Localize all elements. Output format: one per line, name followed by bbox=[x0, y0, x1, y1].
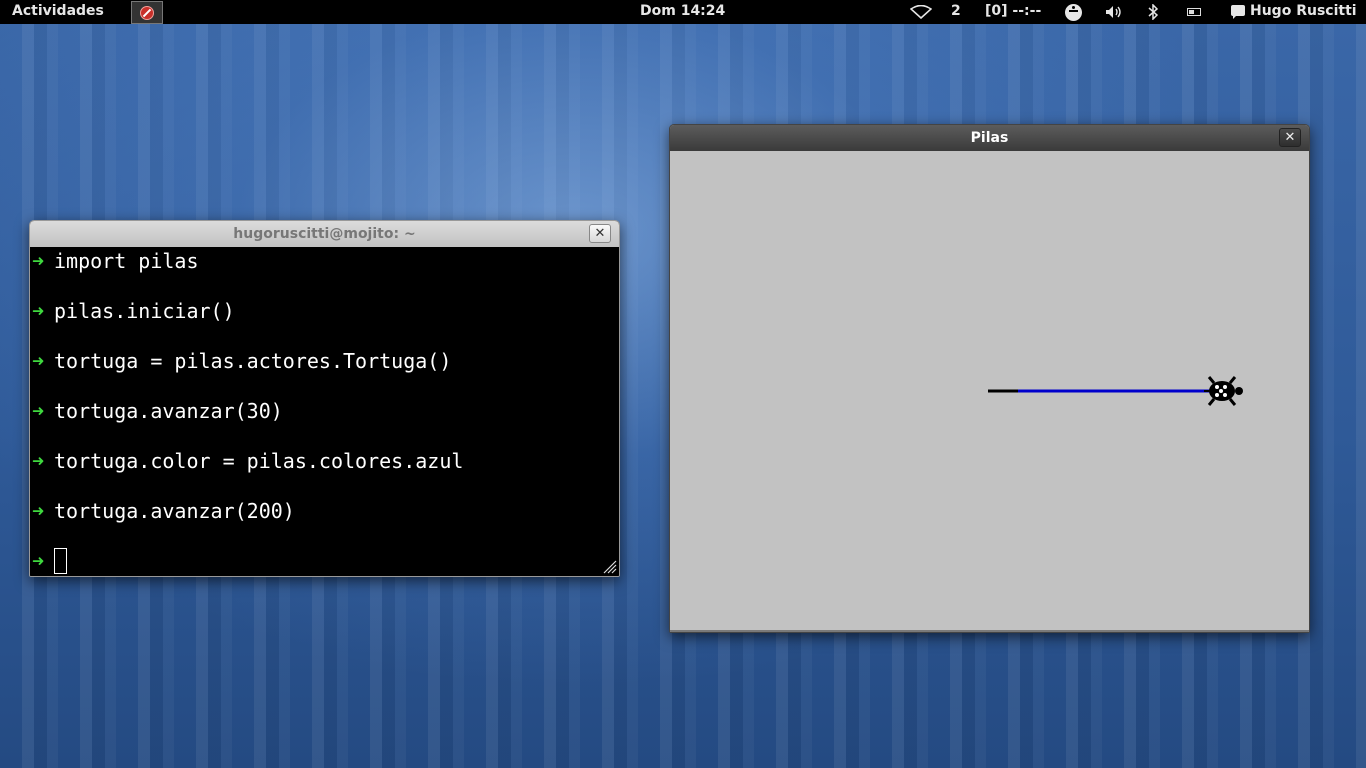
wifi-icon[interactable] bbox=[910, 5, 932, 19]
turtle-drawing bbox=[988, 376, 1243, 406]
window-bottom-edge bbox=[670, 630, 1309, 632]
user-menu[interactable]: Hugo Ruscitti bbox=[1250, 3, 1357, 19]
terminal-line: ➜ tortuga.color = pilas.colores.azul bbox=[30, 449, 619, 499]
prompt-arrow-icon: ➜ bbox=[32, 549, 45, 573]
chat-icon bbox=[1231, 5, 1245, 19]
terminal-input-line[interactable]: ➜ bbox=[30, 547, 619, 576]
command-text: tortuga = pilas.actores.Tortuga() bbox=[54, 349, 452, 373]
prompt-arrow-icon: ➜ bbox=[32, 349, 45, 373]
network-count[interactable]: 2 bbox=[951, 3, 961, 19]
command-text: pilas.iniciar() bbox=[54, 299, 235, 323]
pilas-window: Pilas ✕ bbox=[669, 124, 1310, 633]
no-entry-icon bbox=[140, 5, 154, 20]
terminal-line: ➜ import pilas bbox=[30, 249, 619, 299]
prompt-arrow-icon: ➜ bbox=[32, 499, 45, 523]
command-text: tortuga.avanzar(30) bbox=[54, 399, 283, 423]
command-text: tortuga.avanzar(200) bbox=[54, 499, 295, 523]
volume-icon[interactable] bbox=[1105, 5, 1123, 19]
terminal-window: hugoruscitti@mojito: ~ ✕ ➜ import pilas ➜… bbox=[29, 220, 620, 577]
prompt-arrow-icon: ➜ bbox=[32, 249, 45, 273]
battery-status[interactable]: [0] --:-- bbox=[985, 3, 1041, 19]
pilas-title: Pilas bbox=[970, 130, 1009, 146]
terminal-output[interactable]: ➜ import pilas ➜ pilas.iniciar() ➜ tortuga … bbox=[30, 247, 619, 576]
top-bar: Actividades Dom 14:24 2 [0] --:-- Hugo R… bbox=[0, 0, 1366, 24]
prompt-arrow-icon: ➜ bbox=[32, 399, 45, 423]
activities-button[interactable]: Actividades bbox=[12, 3, 104, 19]
terminal-line: ➜ tortuga = pilas.actores.Tortuga() bbox=[30, 349, 619, 399]
pilas-close-button[interactable]: ✕ bbox=[1279, 128, 1301, 147]
terminal-line: ➜ pilas.iniciar() bbox=[30, 299, 619, 349]
power-icon[interactable] bbox=[1187, 8, 1201, 16]
resize-grip-icon[interactable] bbox=[603, 560, 617, 574]
running-app-button[interactable] bbox=[131, 1, 163, 24]
terminal-titlebar[interactable]: hugoruscitti@mojito: ~ ✕ bbox=[30, 221, 619, 247]
terminal-title: hugoruscitti@mojito: ~ bbox=[233, 226, 416, 242]
terminal-line: ➜ tortuga.avanzar(30) bbox=[30, 399, 619, 449]
terminal-line: ➜ tortuga.avanzar(200) bbox=[30, 499, 619, 549]
text-cursor bbox=[54, 547, 67, 574]
command-text: tortuga.color = pilas.colores.azul bbox=[54, 449, 464, 473]
prompt-arrow-icon: ➜ bbox=[32, 299, 45, 323]
turtle-icon bbox=[1204, 376, 1243, 406]
clock[interactable]: Dom 14:24 bbox=[640, 3, 725, 19]
bluetooth-icon[interactable] bbox=[1147, 4, 1159, 20]
accessibility-icon[interactable] bbox=[1065, 4, 1082, 21]
prompt-arrow-icon: ➜ bbox=[32, 449, 45, 473]
terminal-close-button[interactable]: ✕ bbox=[589, 224, 611, 243]
command-text: import pilas bbox=[54, 249, 199, 273]
pilas-titlebar[interactable]: Pilas ✕ bbox=[670, 125, 1309, 151]
pilas-canvas[interactable] bbox=[670, 151, 1309, 632]
